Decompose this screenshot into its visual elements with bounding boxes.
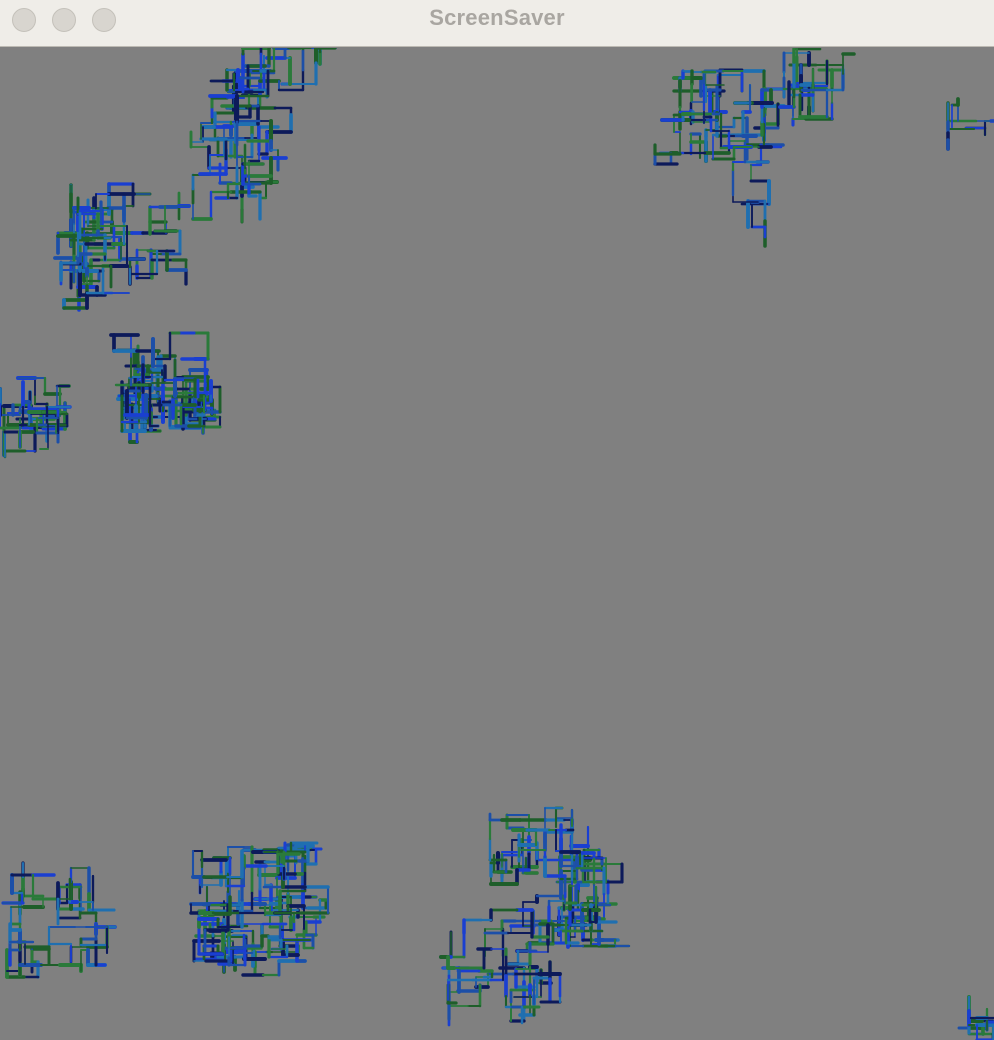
screensaver-canvas [0,48,994,1040]
random-walk-drawing [0,48,994,1040]
title-bar[interactable]: ScreenSaver [0,0,994,47]
screensaver-window: ScreenSaver [0,0,994,1040]
window-title: ScreenSaver [429,5,565,30]
